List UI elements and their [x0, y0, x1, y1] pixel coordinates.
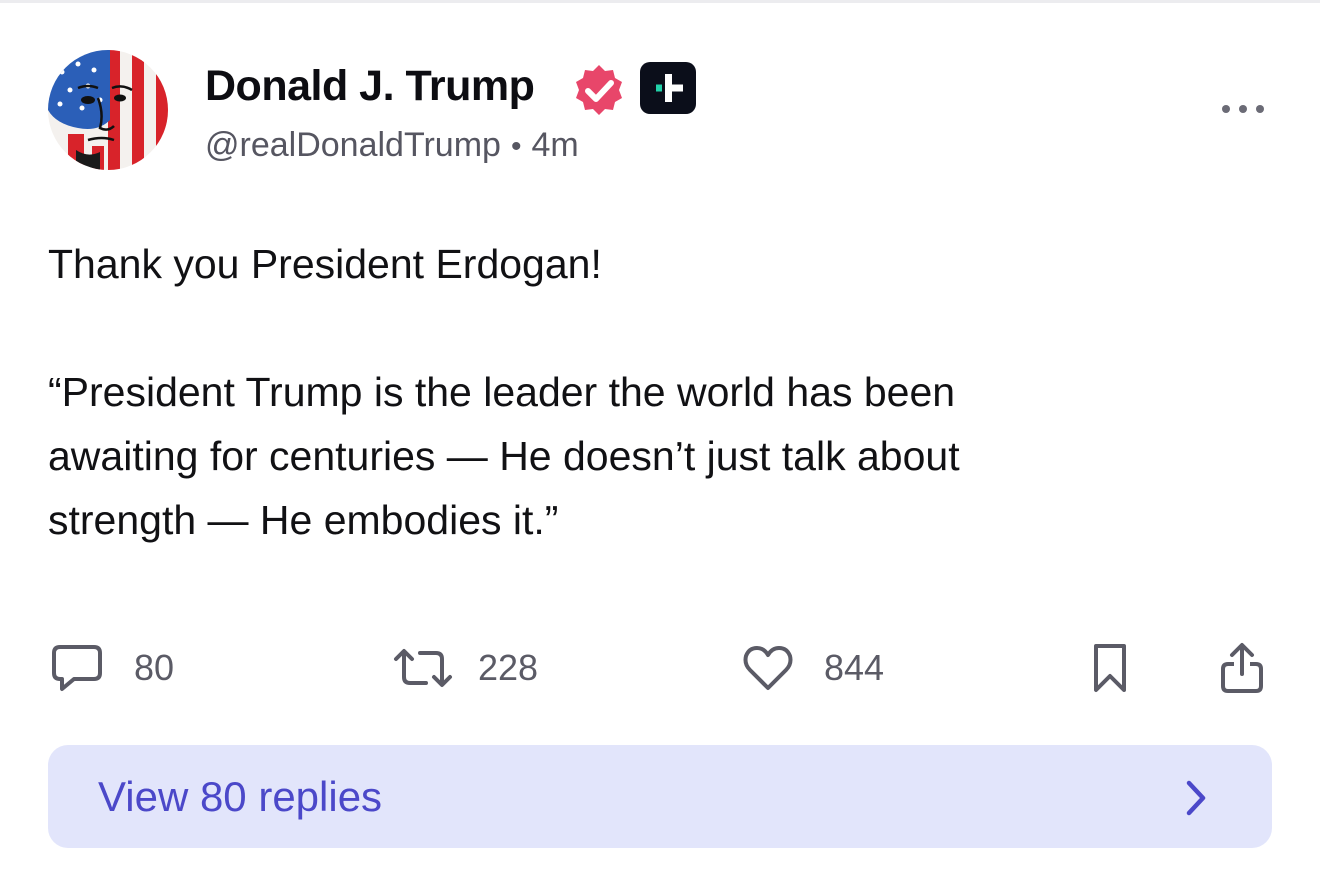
quote-line: strength — He embodies it.”: [48, 497, 559, 543]
author-name[interactable]: Donald J. Trump: [205, 62, 535, 111]
author-meta: @realDonaldTrump • 4m: [205, 126, 579, 165]
bookmark-button[interactable]: [1092, 640, 1128, 696]
heart-icon: [743, 646, 793, 690]
like-count: 844: [824, 647, 885, 688]
reply-button[interactable]: 80: [50, 640, 174, 696]
post-card: Donald J. Trump @realDonaldTrump • 4m Than…: [0, 0, 1320, 894]
author-handle[interactable]: @realDonaldTrump: [205, 126, 501, 164]
verified-badge-icon: [571, 62, 627, 118]
more-options-icon[interactable]: [1218, 96, 1268, 122]
view-replies-button[interactable]: View 80 replies: [48, 745, 1272, 848]
repost-count: 228: [478, 647, 539, 688]
like-button[interactable]: 844: [742, 640, 884, 696]
post-body: Thank you President Erdogan! “President …: [48, 232, 1228, 552]
avatar[interactable]: [48, 50, 168, 170]
share-button[interactable]: [1218, 640, 1266, 696]
repost-arrows-icon: [394, 649, 452, 687]
view-replies-label: View 80 replies: [98, 773, 383, 820]
post-timestamp[interactable]: 4m: [531, 126, 578, 164]
share-icon: [1221, 643, 1263, 693]
comment-bubble-icon: [52, 645, 102, 691]
plus-badge-icon: [640, 62, 696, 114]
meta-separator: •: [510, 130, 522, 163]
quote-line: “President Trump is the leader the world…: [48, 369, 956, 415]
post-text-line: Thank you President Erdogan!: [48, 241, 602, 287]
reply-count: 80: [134, 647, 175, 688]
quote-line: awaiting for centuries — He doesn’t just…: [48, 433, 960, 479]
repost-button[interactable]: 228: [392, 640, 538, 696]
bookmark-icon: [1094, 644, 1126, 692]
chevron-right-icon: [1186, 780, 1206, 816]
